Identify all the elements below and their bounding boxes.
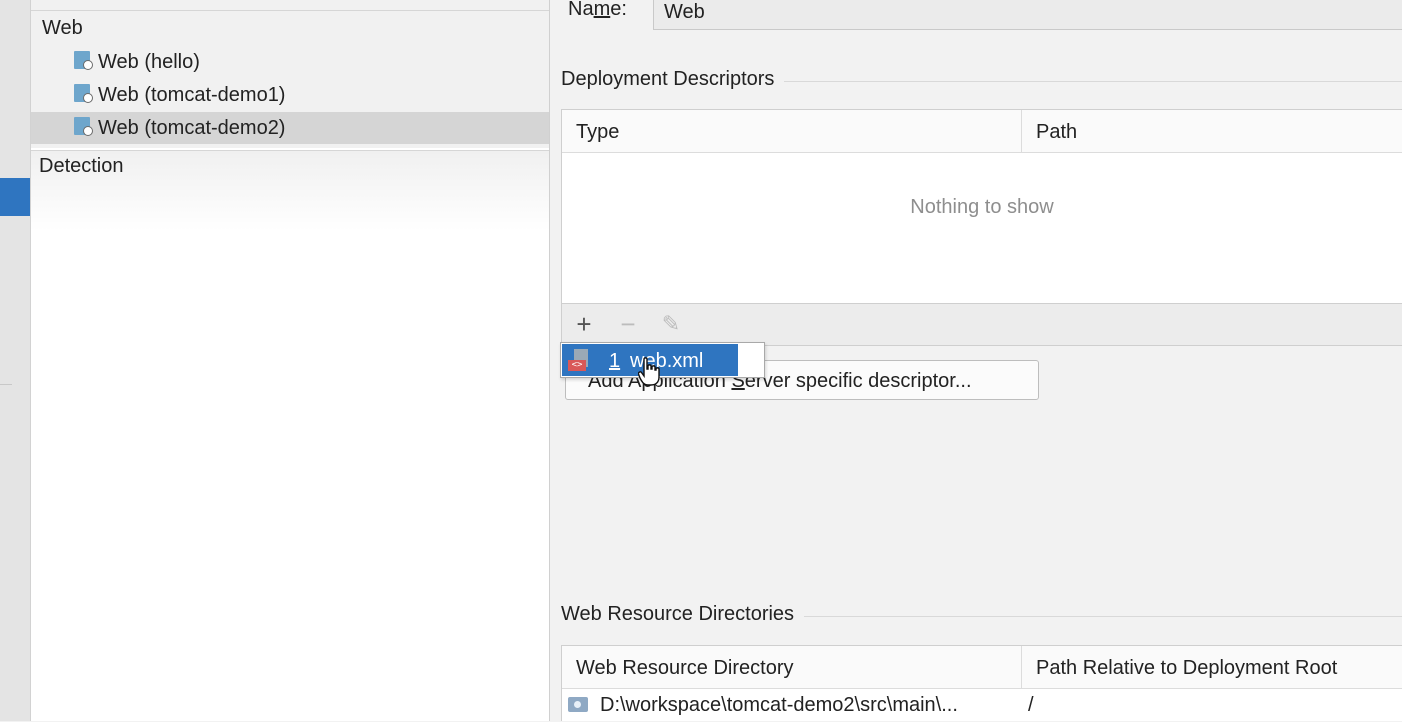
column-header-type[interactable]: Type [576, 110, 619, 152]
web-facet-icon [74, 117, 94, 137]
column-header-path[interactable]: Path [1021, 110, 1402, 152]
deployment-descriptors-title: Deployment Descriptors [561, 68, 785, 91]
relative-path-cell: / [1028, 694, 1034, 716]
deployment-descriptors-table[interactable]: Type Path Nothing to show [561, 109, 1402, 304]
detection-label: Detection [39, 155, 124, 177]
resource-folder-icon [568, 697, 588, 712]
facets-tree-panel: Web Web (hello) Web (tomcat-demo1) Web (… [31, 0, 550, 721]
table-row[interactable]: D:\workspace\tomcat-demo2\src\main\... / [562, 688, 1402, 722]
tree-item-label: Web (tomcat-demo2) [98, 117, 286, 139]
left-sidebar-strip [0, 0, 31, 721]
sidebar-divider [0, 384, 12, 385]
name-input[interactable]: Web [653, 0, 1402, 30]
xml-file-icon: <> [568, 349, 592, 373]
web-facet-icon [74, 84, 94, 104]
tree-item-web-tomcat-demo2[interactable]: Web (tomcat-demo2) [31, 112, 549, 144]
web-resource-directories-table[interactable]: Web Resource Directory Path Relative to … [561, 645, 1402, 721]
name-label: Name: [568, 0, 627, 20]
column-header-relative-path[interactable]: Path Relative to Deployment Root [1021, 646, 1402, 688]
sidebar-selected-indicator[interactable] [0, 178, 30, 216]
add-descriptor-popup: <> 1 web.xml [560, 342, 765, 378]
tree-item-web-hello[interactable]: Web (hello) [74, 46, 200, 78]
popup-item-mnemonic: 1 [609, 350, 621, 372]
descriptors-toolbar: + − ✎ [561, 304, 1402, 346]
remove-icon[interactable]: − [614, 310, 642, 338]
web-resource-directories-title: Web Resource Directories [561, 603, 805, 626]
detection-section[interactable]: Detection [31, 151, 549, 231]
tree-item-label: Web (hello) [98, 51, 200, 73]
tree-item-label: Web (tomcat-demo1) [98, 84, 286, 106]
tree-header-label: Web [42, 17, 83, 39]
hand-cursor-icon [638, 357, 660, 386]
tree-item-web-tomcat-demo1[interactable]: Web (tomcat-demo1) [74, 79, 285, 111]
table-header: Web Resource Directory Path Relative to … [562, 646, 1402, 689]
edit-icon[interactable]: ✎ [657, 310, 685, 338]
column-header-directory[interactable]: Web Resource Directory [576, 646, 793, 688]
empty-state-text: Nothing to show [910, 196, 1054, 218]
web-facet-icon [74, 51, 94, 71]
directory-cell: D:\workspace\tomcat-demo2\src\main\... [600, 694, 958, 716]
tree-top-divider [31, 10, 549, 11]
tree-header-web[interactable]: Web [42, 12, 83, 44]
facet-settings-panel: Name: Web Deployment Descriptors Type Pa… [550, 0, 1402, 721]
add-icon[interactable]: + [570, 310, 598, 338]
table-header: Type Path [562, 110, 1402, 153]
